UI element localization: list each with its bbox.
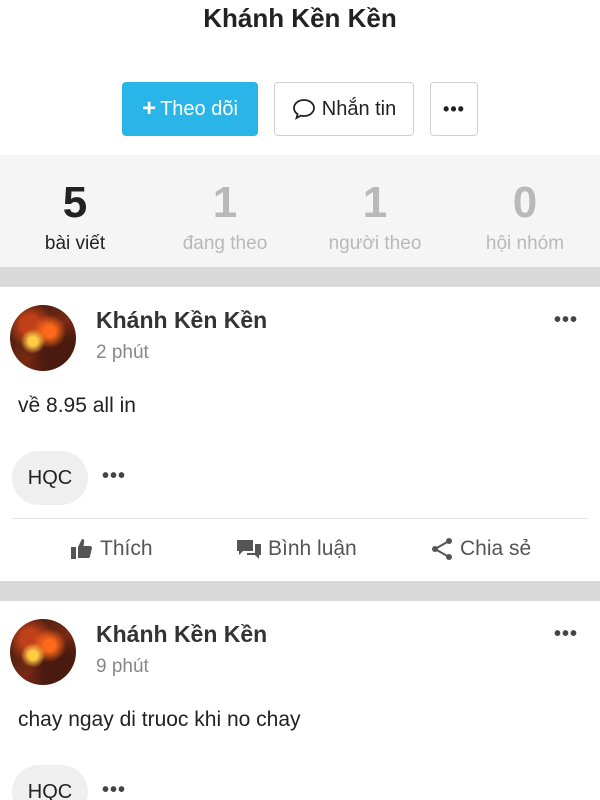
message-label: Nhắn tin (321, 97, 397, 120)
post-time: 9 phút (96, 656, 149, 677)
post-content: chay ngay di truoc khi no chay (18, 708, 301, 731)
stat-label: bài viết (44, 233, 106, 254)
stat-label: đang theo (182, 233, 268, 254)
share-button[interactable]: Chia sẻ (430, 537, 531, 561)
post-content: về 8.95 all in (18, 394, 136, 417)
stat-value: 1 (362, 178, 388, 227)
stat-groups[interactable]: 0 hội nhóm (450, 155, 600, 255)
profile-stats: 5 bài viết 1 đang theo 1 người theo 0 hộ… (0, 155, 600, 267)
post-more-button[interactable]: ••• (554, 623, 578, 646)
thumbs-up-icon (71, 539, 92, 559)
section-divider (0, 267, 600, 287)
post-author[interactable]: Khánh Kền Kền (96, 621, 267, 648)
stat-label: hội nhóm (485, 233, 565, 254)
divider (12, 518, 588, 519)
follow-button[interactable]: + Theo dõi (122, 82, 258, 136)
like-button[interactable]: Thích (70, 537, 153, 561)
follow-label: Theo dõi (160, 97, 238, 120)
stat-value: 1 (212, 178, 238, 227)
comment-label: Bình luận (268, 537, 357, 560)
post-author[interactable]: Khánh Kền Kền (96, 307, 267, 334)
comment-icon (237, 540, 261, 559)
share-icon (432, 538, 452, 560)
tag-more-button[interactable]: ••• (102, 779, 126, 800)
profile-name: Khánh Kền Kền (203, 3, 397, 33)
post-more-button[interactable]: ••• (554, 309, 578, 332)
like-label: Thích (100, 537, 153, 560)
stock-tag[interactable]: HQC (12, 451, 88, 505)
stat-value: 0 (512, 178, 538, 227)
stock-tag[interactable]: HQC (12, 765, 88, 800)
post-card: Khánh Kền Kền 9 phút ••• chay ngay di tr… (0, 601, 600, 800)
speech-bubble-icon (292, 99, 315, 120)
more-icon: ••• (443, 98, 465, 119)
avatar[interactable] (10, 305, 76, 371)
more-options-button[interactable]: ••• (430, 82, 478, 136)
comment-button[interactable]: Bình luận (236, 537, 357, 561)
tag-more-button[interactable]: ••• (102, 465, 126, 488)
share-label: Chia sẻ (460, 537, 532, 560)
section-divider (0, 581, 600, 601)
stat-followers[interactable]: 1 người theo (300, 155, 450, 255)
plus-icon: + (142, 95, 157, 122)
post-time: 2 phút (96, 342, 149, 363)
stat-posts[interactable]: 5 bài viết (0, 155, 150, 255)
message-button[interactable]: Nhắn tin (274, 82, 414, 136)
avatar[interactable] (10, 619, 76, 685)
profile-actions: + Theo dõi Nhắn tin ••• (0, 82, 600, 138)
stat-label: người theo (328, 233, 422, 254)
post-card: Khánh Kền Kền 2 phút ••• về 8.95 all in … (0, 287, 600, 581)
stat-following[interactable]: 1 đang theo (150, 155, 300, 255)
stat-value: 5 (62, 178, 88, 227)
